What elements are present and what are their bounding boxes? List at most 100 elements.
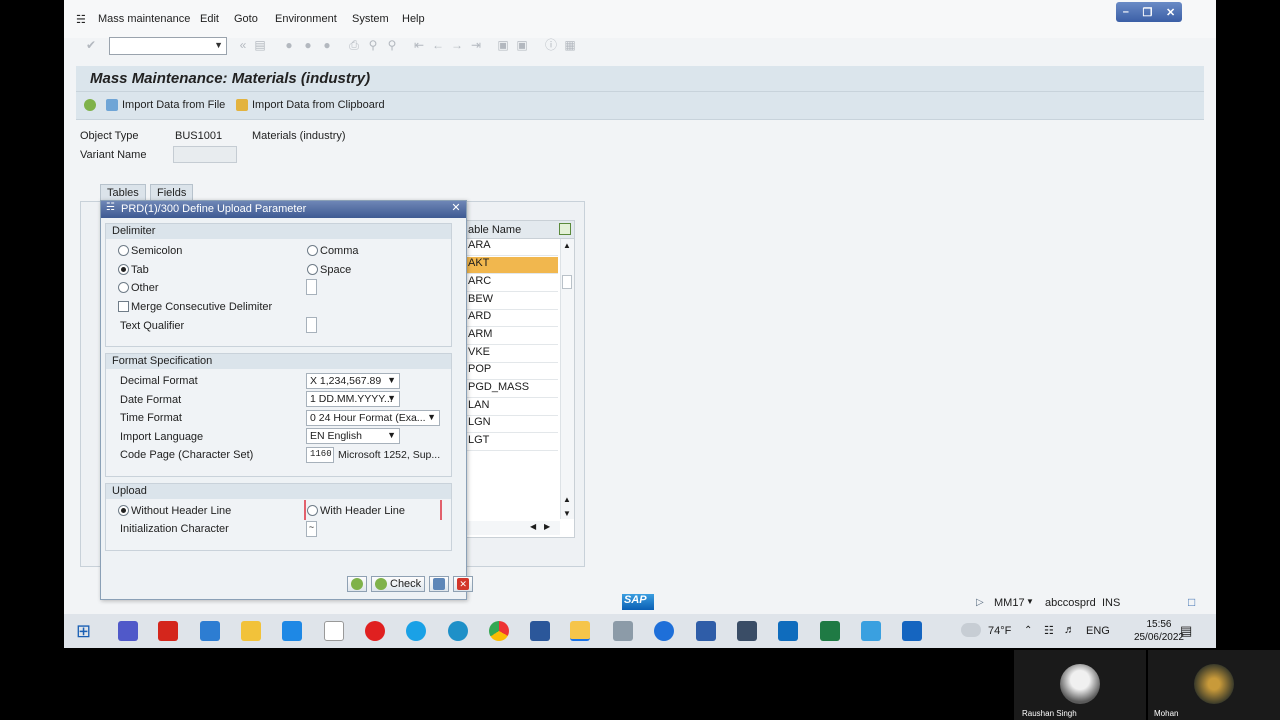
- table-row[interactable]: LAN: [466, 399, 558, 416]
- windows-start-icon[interactable]: ⊞: [76, 621, 96, 641]
- tray-chevron-icon[interactable]: ⌃: [1024, 625, 1032, 636]
- table-row[interactable]: ARA: [466, 239, 558, 256]
- new-session-icon[interactable]: ▣: [496, 38, 510, 52]
- lock-icon[interactable]: □: [1188, 595, 1195, 609]
- last-page-icon[interactable]: ⇥: [469, 38, 483, 52]
- back-icon[interactable]: ●: [282, 38, 296, 52]
- menu-help[interactable]: Help: [402, 13, 425, 25]
- table-row[interactable]: VKE: [466, 346, 558, 363]
- semicolon-radio[interactable]: [118, 245, 129, 256]
- scroll-thumb[interactable]: [562, 275, 572, 289]
- layout-menu-icon[interactable]: ▦: [563, 38, 577, 52]
- init-char-field[interactable]: ~: [306, 521, 317, 537]
- command-field[interactable]: ▼: [109, 37, 227, 55]
- network-icon[interactable]: ☷: [1044, 624, 1054, 637]
- media-player-icon[interactable]: [902, 621, 922, 641]
- first-page-icon[interactable]: ⇤: [412, 38, 426, 52]
- horizontal-scrollbar[interactable]: ◀ ▶: [466, 521, 560, 535]
- save-dialog-button[interactable]: [429, 576, 450, 592]
- restore-icon[interactable]: ❐: [1143, 6, 1153, 19]
- print-icon[interactable]: ⎙: [347, 38, 361, 52]
- tcode-dropdown-icon[interactable]: ▼: [1026, 597, 1034, 606]
- next-page-icon[interactable]: →: [450, 38, 464, 52]
- time-format-select[interactable]: 0 24 Hour Format (Exa... ▼: [306, 410, 440, 426]
- vpn-icon[interactable]: [696, 621, 716, 641]
- prev-page-icon[interactable]: ←: [431, 38, 445, 52]
- table-row[interactable]: LGN: [466, 416, 558, 433]
- other-delimiter-field[interactable]: [306, 279, 317, 295]
- notification-icon[interactable]: ▤: [1180, 623, 1192, 639]
- space-radio[interactable]: [307, 264, 318, 275]
- column-settings-icon[interactable]: [559, 223, 571, 235]
- table-name-column-header[interactable]: able Name: [468, 224, 521, 236]
- help-icon[interactable]: ⓘ: [544, 38, 558, 52]
- status-expand-icon[interactable]: ▷: [976, 597, 984, 608]
- import-language-select[interactable]: EN English ▼: [306, 428, 400, 444]
- transaction-code[interactable]: MM17: [994, 597, 1025, 609]
- menu-system[interactable]: System: [352, 13, 389, 25]
- store-icon[interactable]: [200, 621, 220, 641]
- teams-icon[interactable]: [118, 621, 138, 641]
- acrobat-icon[interactable]: [158, 621, 178, 641]
- text-qualifier-field[interactable]: [306, 317, 317, 333]
- scroll-right-icon[interactable]: ▶: [544, 522, 550, 531]
- vertical-scrollbar[interactable]: ▲ ▲ ▼: [560, 239, 574, 519]
- chrome-icon[interactable]: [489, 621, 509, 641]
- find-icon[interactable]: ⚲: [366, 38, 380, 52]
- date-format-select[interactable]: 1 DD.MM.YYYY... ▼: [306, 391, 400, 407]
- menu-environment[interactable]: Environment: [275, 13, 337, 25]
- with-header-radio[interactable]: [307, 505, 318, 516]
- excel-icon[interactable]: [820, 621, 840, 641]
- opera-icon[interactable]: [365, 621, 385, 641]
- table-row[interactable]: ARC: [466, 275, 558, 292]
- table-row[interactable]: BEW: [466, 293, 558, 310]
- weather-icon[interactable]: [961, 623, 981, 637]
- sap-logon-icon[interactable]: [570, 621, 590, 641]
- tab-tables[interactable]: Tables: [100, 184, 146, 201]
- code-page-field[interactable]: 1160: [306, 447, 334, 463]
- table-row[interactable]: ARM: [466, 328, 558, 345]
- menu-goto[interactable]: Goto: [234, 13, 258, 25]
- file-explorer-icon[interactable]: [241, 621, 261, 641]
- shortcut-icon[interactable]: ▣: [515, 38, 529, 52]
- table-row[interactable]: ARD: [466, 310, 558, 327]
- menu-icon[interactable]: ☵: [76, 13, 86, 26]
- scroll-up-icon-bottom[interactable]: ▲: [563, 495, 571, 504]
- close-icon[interactable]: ✕: [1166, 6, 1175, 19]
- language-indicator[interactable]: ENG: [1086, 625, 1110, 637]
- save-icon[interactable]: ▤: [253, 38, 267, 52]
- app-icon[interactable]: [861, 621, 881, 641]
- cancel-icon[interactable]: ●: [320, 38, 334, 52]
- other-radio[interactable]: [118, 282, 129, 293]
- enter-icon[interactable]: ✔: [84, 38, 98, 52]
- menu-edit[interactable]: Edit: [200, 13, 219, 25]
- scroll-left-icon[interactable]: ◀: [530, 522, 536, 531]
- insert-mode[interactable]: INS: [1102, 597, 1120, 609]
- table-row-selected[interactable]: AKT: [466, 257, 558, 274]
- word-icon[interactable]: [530, 621, 550, 641]
- check-button[interactable]: Check: [371, 576, 426, 592]
- mail-icon[interactable]: [282, 621, 302, 641]
- tab-fields[interactable]: Fields: [150, 184, 194, 201]
- minimize-icon[interactable]: –: [1123, 6, 1129, 18]
- execute-dialog-button[interactable]: [347, 576, 367, 592]
- import-file-button[interactable]: Import Data from File: [106, 99, 225, 111]
- back-arrows-icon[interactable]: «: [236, 38, 250, 52]
- exit-icon[interactable]: ●: [301, 38, 315, 52]
- dialog-close-icon[interactable]: ✕: [450, 203, 462, 215]
- remote-desktop-icon[interactable]: [737, 621, 757, 641]
- notepad-icon[interactable]: [324, 621, 344, 641]
- table-row[interactable]: PGD_MASS: [466, 381, 558, 398]
- find-next-icon[interactable]: ⚲: [385, 38, 399, 52]
- clock[interactable]: 15:56 25/06/2022: [1134, 618, 1184, 644]
- execute-button[interactable]: [84, 99, 96, 111]
- variant-name-field[interactable]: [173, 146, 237, 163]
- sap-gui-icon[interactable]: [613, 621, 633, 641]
- outlook-icon[interactable]: [778, 621, 798, 641]
- menu-mass-maintenance[interactable]: Mass maintenance: [98, 13, 190, 25]
- scroll-down-icon[interactable]: ▼: [563, 509, 571, 518]
- without-header-radio[interactable]: [118, 505, 129, 516]
- scroll-up-icon[interactable]: ▲: [563, 241, 571, 250]
- weather-temp[interactable]: 74°F: [988, 625, 1011, 637]
- skype-icon[interactable]: [406, 621, 426, 641]
